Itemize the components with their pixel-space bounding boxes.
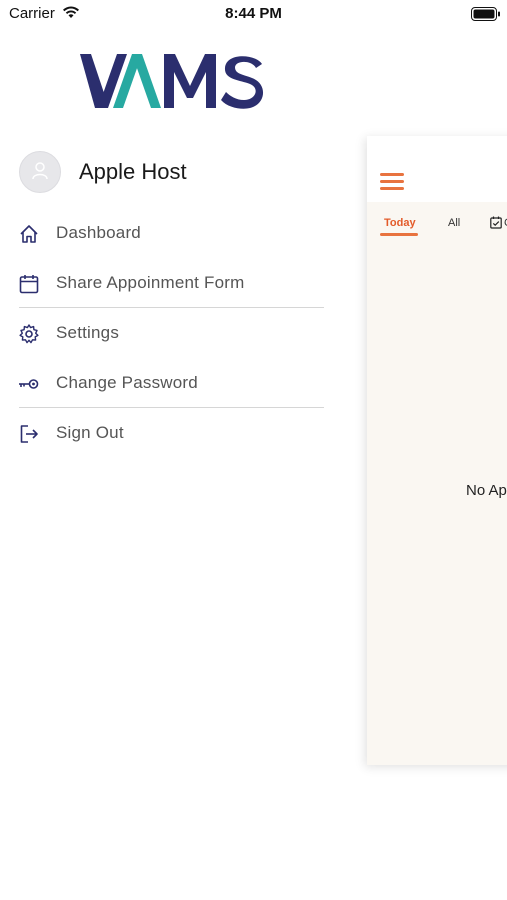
menu-divider xyxy=(19,407,324,408)
menu-item-label: Change Password xyxy=(56,373,198,392)
menu-item-share-appointment-form[interactable]: Share Appoinment Form xyxy=(0,259,330,309)
user-icon xyxy=(32,162,48,180)
menu-item-settings[interactable]: Settings xyxy=(0,309,330,359)
sign-out-icon xyxy=(20,425,38,443)
key-icon xyxy=(19,379,39,389)
calendar-check-icon[interactable] xyxy=(490,216,502,229)
empty-state-text: No Ap xyxy=(466,482,507,499)
menu-item-dashboard[interactable]: Dashboard xyxy=(0,209,330,259)
menu-item-label: Share Appoinment Form xyxy=(56,273,245,292)
battery-icon xyxy=(471,7,500,21)
gear-icon xyxy=(19,324,39,344)
main-topbar xyxy=(367,136,507,202)
menu-item-label: Sign Out xyxy=(56,423,124,442)
home-icon xyxy=(20,225,38,243)
user-name: Apple Host xyxy=(79,159,187,184)
vams-logo xyxy=(80,52,266,115)
menu-item-sign-out[interactable]: Sign Out xyxy=(0,409,330,459)
menu-divider xyxy=(19,307,324,308)
active-tab-indicator xyxy=(380,233,418,236)
status-time: 8:44 PM xyxy=(225,5,282,22)
menu-item-change-password[interactable]: Change Password xyxy=(0,359,330,409)
menu-item-label: Settings xyxy=(56,323,120,342)
tab-all[interactable]: All xyxy=(448,217,460,229)
avatar[interactable] xyxy=(19,151,61,193)
vams-logo-mark xyxy=(80,54,264,109)
calendar-icon xyxy=(19,275,39,294)
hamburger-menu-icon[interactable] xyxy=(380,173,404,190)
main-content-panel: Today All C No Ap xyxy=(367,136,507,765)
menu-item-label: Dashboard xyxy=(56,223,141,242)
status-bar: Carrier 8:44 PM xyxy=(0,0,507,28)
tab-today[interactable]: Today xyxy=(384,217,416,229)
